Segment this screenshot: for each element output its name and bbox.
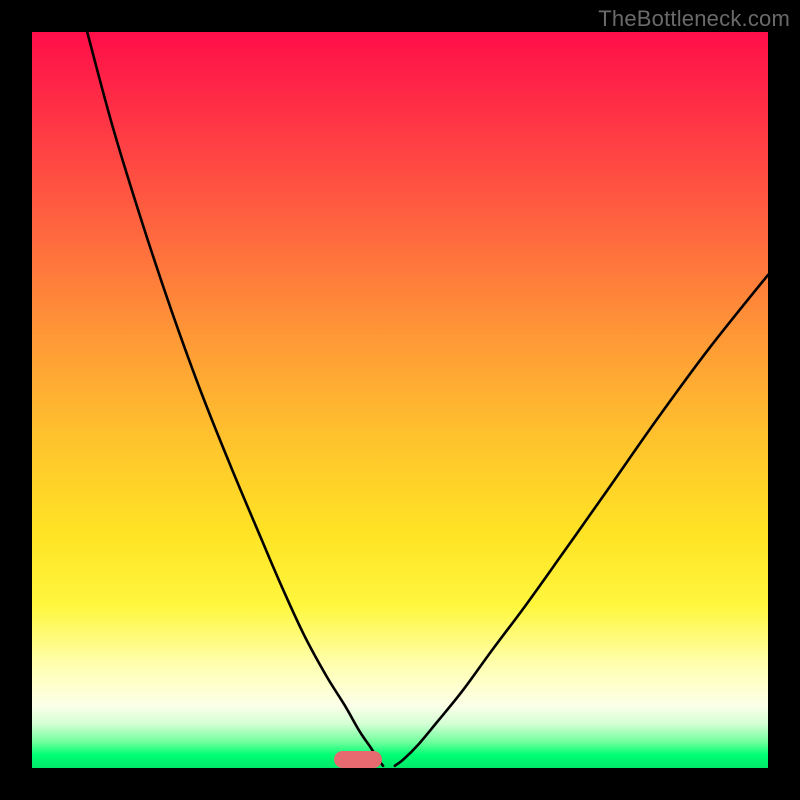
chart-frame: TheBottleneck.com — [0, 0, 800, 800]
curve-left-branch — [87, 32, 383, 766]
curve-group — [87, 32, 768, 766]
bottleneck-marker — [334, 751, 382, 768]
bottleneck-curve — [32, 32, 768, 768]
watermark-text: TheBottleneck.com — [598, 6, 790, 32]
curve-right-branch — [395, 275, 768, 766]
